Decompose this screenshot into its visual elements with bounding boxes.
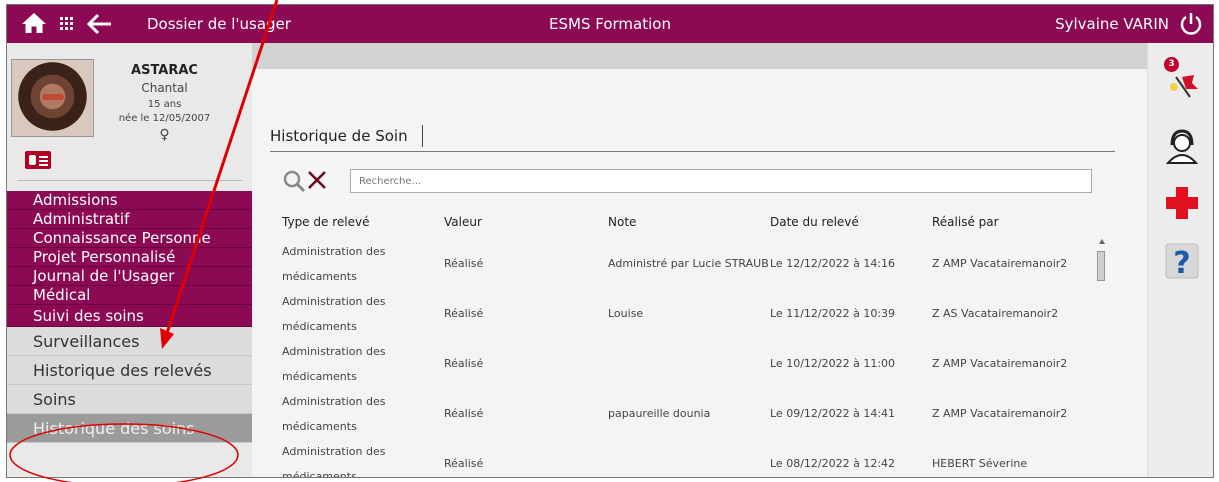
- right-rail: 3 ?: [1147, 43, 1213, 477]
- search-icon[interactable]: [282, 169, 306, 193]
- divider: [17, 180, 242, 181]
- column-header-valeur[interactable]: Valeur: [444, 215, 482, 229]
- menu-item-medical[interactable]: Médical: [7, 286, 252, 305]
- cell-valeur: Réalisé: [444, 407, 484, 420]
- cell-valeur: Réalisé: [444, 257, 484, 270]
- clear-search-icon[interactable]: [306, 169, 328, 191]
- table-row[interactable]: Administration des médicaments Réalisé Ad…: [252, 239, 1082, 289]
- search-input[interactable]: [350, 169, 1092, 193]
- column-header-note[interactable]: Note: [608, 215, 636, 229]
- sidebar-menu: Admissions Administratif Connaissance Pe…: [7, 191, 252, 443]
- scroll-up-icon[interactable]: [1099, 239, 1105, 244]
- top-bar: Dossier de l'usager ESMS Formation Sylva…: [7, 5, 1213, 43]
- menu-item-projet-personnalise[interactable]: Projet Personnalisé: [7, 248, 252, 267]
- cell-type: Administration des médicaments: [282, 345, 386, 383]
- main-content: Historique de Soin Type de relevé Valeur…: [252, 43, 1147, 478]
- help-icon[interactable]: ?: [1162, 241, 1202, 281]
- cell-type: Administration des médicaments: [282, 245, 386, 283]
- cell-date: Le 08/12/2022 à 12:42: [770, 457, 896, 470]
- text-caret: [422, 125, 423, 147]
- submenu-item-surveillances[interactable]: Surveillances: [7, 327, 252, 356]
- app-window: Dossier de l'usager ESMS Formation Sylva…: [6, 4, 1214, 478]
- table-row[interactable]: Administration des médicaments Réalisé Le…: [252, 439, 1082, 478]
- medical-cross-icon[interactable]: [1162, 183, 1202, 223]
- patient-last-name: ASTARAC: [131, 63, 198, 78]
- power-icon[interactable]: [1179, 11, 1203, 37]
- app-title: ESMS Formation: [549, 15, 671, 33]
- column-header-date[interactable]: Date du relevé: [770, 215, 859, 229]
- cell-realise-par: Z AMP Vacatairemanoir2: [932, 357, 1068, 370]
- submenu-item-historique-soins[interactable]: Historique des soins: [7, 414, 252, 443]
- cell-type: Administration des médicaments: [282, 395, 386, 433]
- menu-item-admissions[interactable]: Admissions: [7, 191, 252, 210]
- menu-item-connaissance-personne[interactable]: Connaissance Personne: [7, 229, 252, 248]
- id-card-icon[interactable]: [25, 151, 51, 169]
- submenu-item-soins[interactable]: Soins: [7, 385, 252, 414]
- cell-date: Le 09/12/2022 à 14:41: [770, 407, 896, 420]
- cell-valeur: Réalisé: [444, 357, 484, 370]
- menu-item-journal-usager[interactable]: Journal de l'Usager: [7, 267, 252, 286]
- patient-birth-date: née le 12/05/2007: [118, 113, 211, 124]
- cell-date: Le 10/12/2022 à 11:00: [770, 357, 896, 370]
- left-panel: ASTARAC Chantal 15 ans née le 12/05/2007…: [7, 43, 252, 477]
- cell-date: Le 12/12/2022 à 14:16: [770, 257, 896, 270]
- header-strip: [252, 43, 1147, 69]
- cell-valeur: Réalisé: [444, 307, 484, 320]
- cell-realise-par: Z AMP Vacatairemanoir2: [932, 407, 1068, 420]
- female-gender-icon: ♀: [159, 127, 170, 143]
- table-row[interactable]: Administration des médicaments Réalisé Le…: [252, 339, 1082, 389]
- cell-date: Le 11/12/2022 à 10:39: [770, 307, 896, 320]
- table-scrollbar[interactable]: [1093, 239, 1111, 477]
- title-underline: [270, 151, 1115, 152]
- cell-note: Administré par Lucie STRAUB: [608, 257, 769, 270]
- support-headset-icon[interactable]: [1162, 127, 1202, 167]
- scroll-thumb[interactable]: [1097, 251, 1105, 281]
- cell-valeur: Réalisé: [444, 457, 484, 470]
- table-row[interactable]: Administration des médicaments Réalisé pa…: [252, 389, 1082, 439]
- menu-item-administratif[interactable]: Administratif: [7, 210, 252, 229]
- page-title: Historique de Soin: [270, 127, 408, 145]
- cell-realise-par: HEBERT Séverine: [932, 457, 1028, 470]
- patient-photo: [11, 59, 94, 137]
- cell-note: papaureille dounia: [608, 407, 711, 420]
- cell-realise-par: Z AS Vacatairemanoir2: [932, 307, 1059, 320]
- column-header-realise-par[interactable]: Réalisé par: [932, 215, 999, 229]
- cell-type: Administration des médicaments: [282, 445, 386, 478]
- alert-count-badge: 3: [1164, 57, 1179, 72]
- cell-type: Administration des médicaments: [282, 295, 386, 333]
- menu-item-suivi-des-soins[interactable]: Suivi des soins: [7, 305, 252, 327]
- cell-note: Louise: [608, 307, 644, 320]
- patient-card: ASTARAC Chantal 15 ans née le 12/05/2007…: [7, 43, 252, 193]
- submenu-item-historique-releves[interactable]: Historique des relevés: [7, 356, 252, 385]
- column-header-type[interactable]: Type de relevé: [282, 215, 369, 229]
- patient-age: 15 ans: [147, 99, 182, 110]
- cell-realise-par: Z AMP Vacatairemanoir2: [932, 257, 1068, 270]
- table-row[interactable]: Administration des médicaments Réalisé Lo…: [252, 289, 1082, 339]
- user-name[interactable]: Sylvaine VARIN: [1055, 15, 1169, 33]
- patient-first-name: Chantal: [141, 81, 188, 95]
- help-mark: ?: [1173, 246, 1190, 281]
